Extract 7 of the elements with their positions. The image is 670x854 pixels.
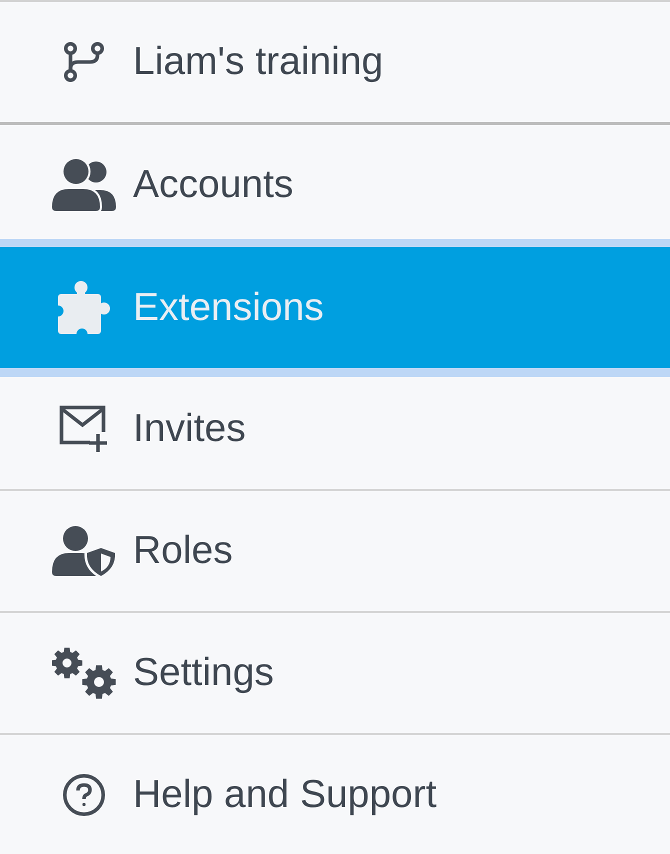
help-icon: [63, 774, 105, 816]
branch-icon: [64, 42, 104, 82]
envelope-plus-icon: [59, 405, 109, 453]
user-shield-icon: [52, 526, 116, 576]
users-icon: [52, 159, 116, 211]
gears-icon: [52, 647, 116, 699]
puzzle-piece-icon: [58, 281, 110, 334]
